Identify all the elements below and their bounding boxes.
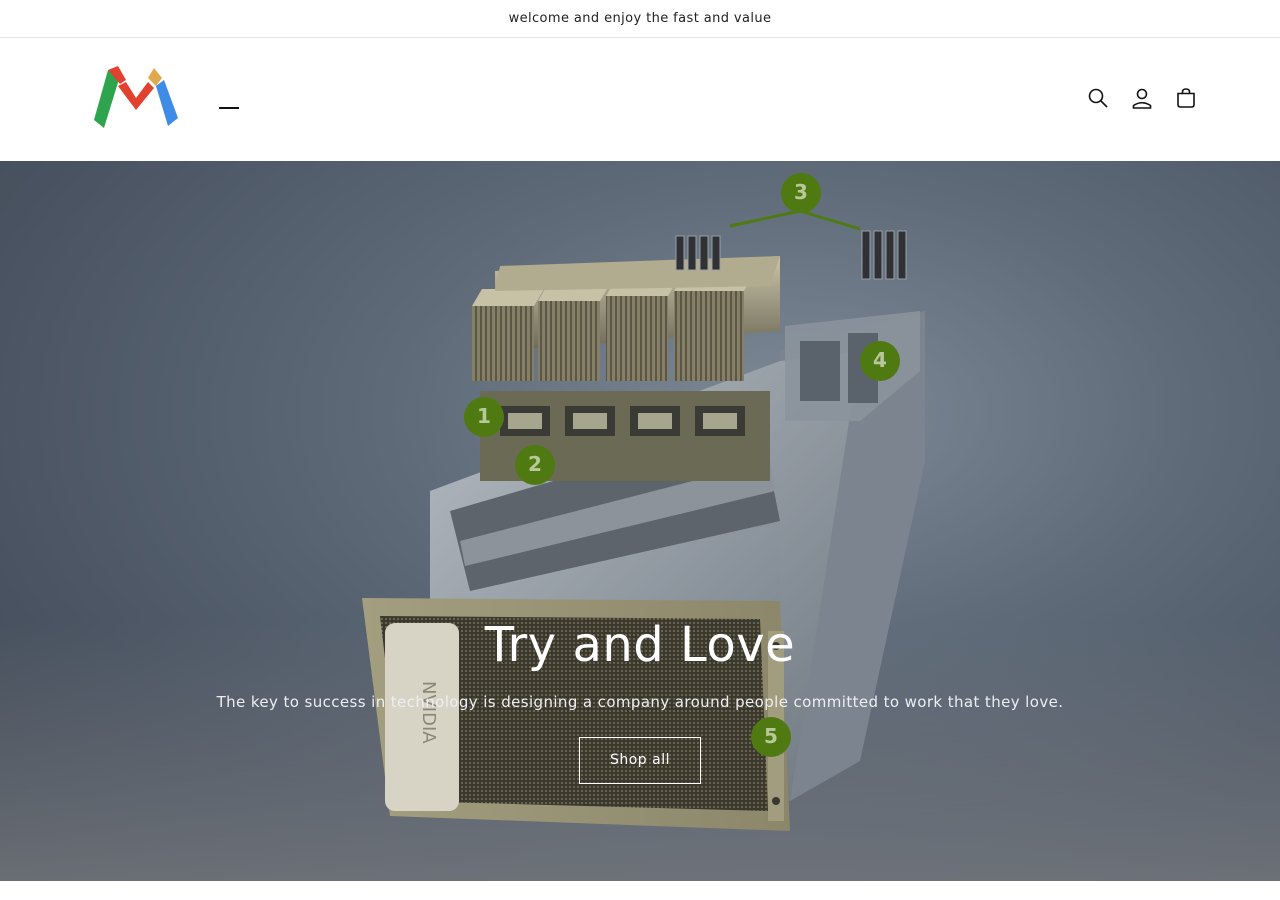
cart-button[interactable] xyxy=(1170,76,1202,120)
shop-all-button[interactable]: Shop all xyxy=(579,736,701,784)
announcement-bar: welcome and enjoy the fast and value xyxy=(0,0,1280,38)
callout-3: 3 xyxy=(794,180,808,204)
search-icon xyxy=(1088,88,1108,108)
menu-icon xyxy=(219,107,239,109)
menu-button[interactable] xyxy=(212,90,246,124)
hero-subheading: The key to success in technology is desi… xyxy=(216,692,1064,711)
announcement-text: welcome and enjoy the fast and value xyxy=(508,11,772,26)
hero-heading: Try and Love xyxy=(484,617,796,673)
account-icon xyxy=(1132,88,1152,109)
hero-banner: NVIDIA 1 2 3 4 5 Try and Love The key to… xyxy=(0,161,1280,881)
site-logo[interactable] xyxy=(92,64,180,128)
page-continuation xyxy=(0,881,1280,900)
callout-1: 1 xyxy=(477,404,491,428)
header-icons xyxy=(1082,76,1202,120)
hero-content: Try and Love The key to success in techn… xyxy=(0,617,1280,784)
callout-4: 4 xyxy=(873,348,887,372)
account-button[interactable] xyxy=(1126,76,1158,120)
search-button[interactable] xyxy=(1082,76,1114,120)
site-header xyxy=(0,38,1280,161)
callout-2: 2 xyxy=(528,452,542,476)
cart-icon xyxy=(1177,88,1195,108)
